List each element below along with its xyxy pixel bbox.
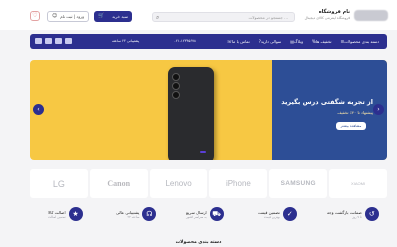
camera-lens-icon — [172, 82, 180, 90]
truck-icon: ⛟ — [209, 207, 224, 221]
feature-shipping: ارسال سریع به سراسر کشور ⛟ — [186, 207, 224, 221]
tag-icon: ✓ — [282, 207, 297, 221]
feature-price: تضمین قیمت بهترین قیمت ✓ — [258, 207, 297, 221]
brand-card-xiaomi[interactable]: XIAOMI — [329, 169, 387, 198]
user-icon: ☺ — [52, 13, 58, 19]
heart-icon: ♡ — [32, 12, 38, 19]
hero-banner[interactable]: از تجربه شگفتی درس بگیرید پیشنهاد تا ۴۰٪… — [30, 60, 387, 160]
login-label: ورود | ثبت نام — [60, 14, 84, 19]
banner-subtitle: پیشنهاد تا ۴۰٪ تخفیف — [337, 110, 373, 115]
phone-accent — [200, 151, 206, 153]
search-placeholder: جستجو در محصولات ... — [248, 15, 288, 20]
cart-icon: 🛒 — [98, 13, 105, 19]
brand-card-samsung[interactable]: SAMSUNG — [269, 169, 328, 198]
refund-icon: ↺ — [364, 207, 379, 221]
page: ♡ ☺ ورود | ثبت نام 🛒 سبد خرید ⌕ جستجو در… — [0, 0, 397, 247]
nav-item-faq[interactable]: ?سوالی دارید — [258, 34, 282, 49]
banner-prev-button[interactable]: ‹ — [33, 104, 44, 115]
brand-tagline: فروشگاه اینترنتی کالای دیجیتال — [304, 16, 350, 20]
brand-card-canon[interactable]: Canon — [89, 169, 148, 198]
camera-lens-icon — [172, 91, 180, 99]
site-logo[interactable] — [354, 10, 388, 21]
chevron-left-icon: ‹ — [37, 106, 40, 113]
brand-card-lg[interactable]: LG — [30, 169, 88, 198]
brands-row: LG Canon Lenovo iPhone SAMSUNG XIAOMI — [30, 169, 387, 198]
camera-lens-icon — [172, 73, 180, 81]
brand-card-iphone[interactable]: iPhone — [209, 169, 268, 198]
cart-label: سبد خرید — [112, 14, 128, 19]
whatsapp-icon[interactable] — [55, 38, 62, 44]
brand-name: نام فروشگاه — [318, 9, 350, 15]
support-phone[interactable]: ۰۲۱-۱۲۳۴۵۶۷۸ — [174, 34, 196, 49]
nav-item-offers[interactable]: %تخفیف ها — [311, 34, 331, 49]
search-icon: ⌕ — [156, 14, 160, 21]
support-label: پشتیبانی ۲۴ ساعته — [112, 39, 140, 43]
banner-cta-button[interactable]: مشاهده بیشتر — [336, 122, 366, 130]
wishlist-button[interactable]: ♡ — [30, 11, 40, 21]
badge-icon: ★ — [68, 207, 83, 221]
feature-support: پشتیبانی عالی ۲۴ ساعته ☊ — [116, 207, 157, 221]
login-button[interactable]: ☺ ورود | ثبت نام — [47, 11, 89, 22]
header: ♡ ☺ ورود | ثبت نام 🛒 سبد خرید ⌕ جستجو در… — [0, 0, 397, 30]
nav-item-categories[interactable]: ☰دسته بندی محصولات — [340, 34, 379, 49]
brand-card-lenovo[interactable]: Lenovo — [149, 169, 208, 198]
chevron-right-icon: › — [377, 106, 380, 113]
instagram-icon[interactable] — [35, 38, 42, 44]
phone-image — [168, 67, 214, 160]
telegram-icon[interactable] — [45, 38, 52, 44]
search-input[interactable]: ⌕ جستجو در محصولات ... — [152, 12, 295, 22]
nav-item-blog[interactable]: ▤وبلاگ — [289, 34, 303, 49]
social-links — [35, 38, 72, 44]
nav-item-contact[interactable]: ☏تماس با ما — [226, 34, 250, 49]
headset-icon: ☊ — [142, 207, 157, 221]
banner-next-button[interactable]: › — [373, 104, 384, 115]
cart-button[interactable]: 🛒 سبد خرید — [94, 11, 132, 22]
feature-original: اصالت کالا تضمین اصالت ★ — [48, 207, 83, 221]
banner-title: از تجربه شگفتی درس بگیرید — [281, 98, 373, 106]
feature-refund: ضمانت بازگشت وجه تا ۷ روز ↺ — [327, 207, 379, 221]
twitter-icon[interactable] — [65, 38, 72, 44]
main-nav: پشتیبانی ۲۴ ساعته ۰۲۱-۱۲۳۴۵۶۷۸ ☰دسته بند… — [30, 34, 387, 49]
brand-block[interactable]: نام فروشگاه فروشگاه اینترنتی کالای دیجیت… — [300, 9, 350, 21]
section-title: دسته بندی محصولات — [175, 240, 222, 245]
